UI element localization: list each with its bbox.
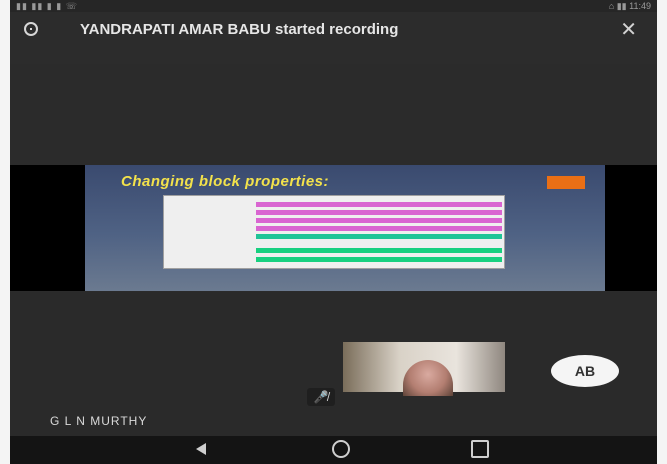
status-time: ⌂ ▮▮ 11:49 — [608, 1, 651, 11]
recents-icon[interactable] — [471, 440, 489, 458]
property-row — [256, 210, 502, 215]
property-row — [256, 202, 502, 207]
back-icon[interactable] — [194, 440, 212, 458]
recording-banner: YANDRAPATI AMAR BABU started recording ✕ — [10, 12, 657, 64]
home-icon[interactable] — [332, 440, 350, 458]
left-margin — [0, 0, 10, 464]
participant-face — [403, 360, 453, 396]
property-row — [256, 226, 502, 231]
mic-off-icon[interactable]: 🎤̸ — [307, 388, 335, 406]
speaker-name: G L N MURTHY — [50, 414, 148, 428]
recording-message: YANDRAPATI AMAR BABU started recording — [80, 21, 399, 38]
participant-avatar[interactable]: AB — [551, 355, 619, 387]
status-left-indicators: ▮▮ ▮▮ ▮ ▮ ☏ — [16, 1, 78, 11]
presentation-slide: Changing block properties: — [85, 165, 605, 291]
status-bar: ▮▮ ▮▮ ▮ ▮ ☏ ⌂ ▮▮ 11:49 — [10, 0, 657, 12]
property-row — [256, 234, 502, 239]
right-margin — [657, 0, 667, 464]
slide-title: Changing block properties: — [121, 173, 330, 190]
property-row — [256, 257, 502, 262]
slide-accent-bar — [547, 176, 585, 189]
property-row — [256, 248, 502, 253]
close-icon[interactable]: ✕ — [620, 20, 637, 40]
navigation-bar — [10, 436, 657, 464]
self-view-video[interactable] — [343, 342, 505, 396]
block-properties-window — [163, 195, 505, 269]
info-icon — [24, 22, 38, 36]
property-row — [256, 218, 502, 223]
shared-screen: Changing block properties: — [10, 165, 657, 291]
